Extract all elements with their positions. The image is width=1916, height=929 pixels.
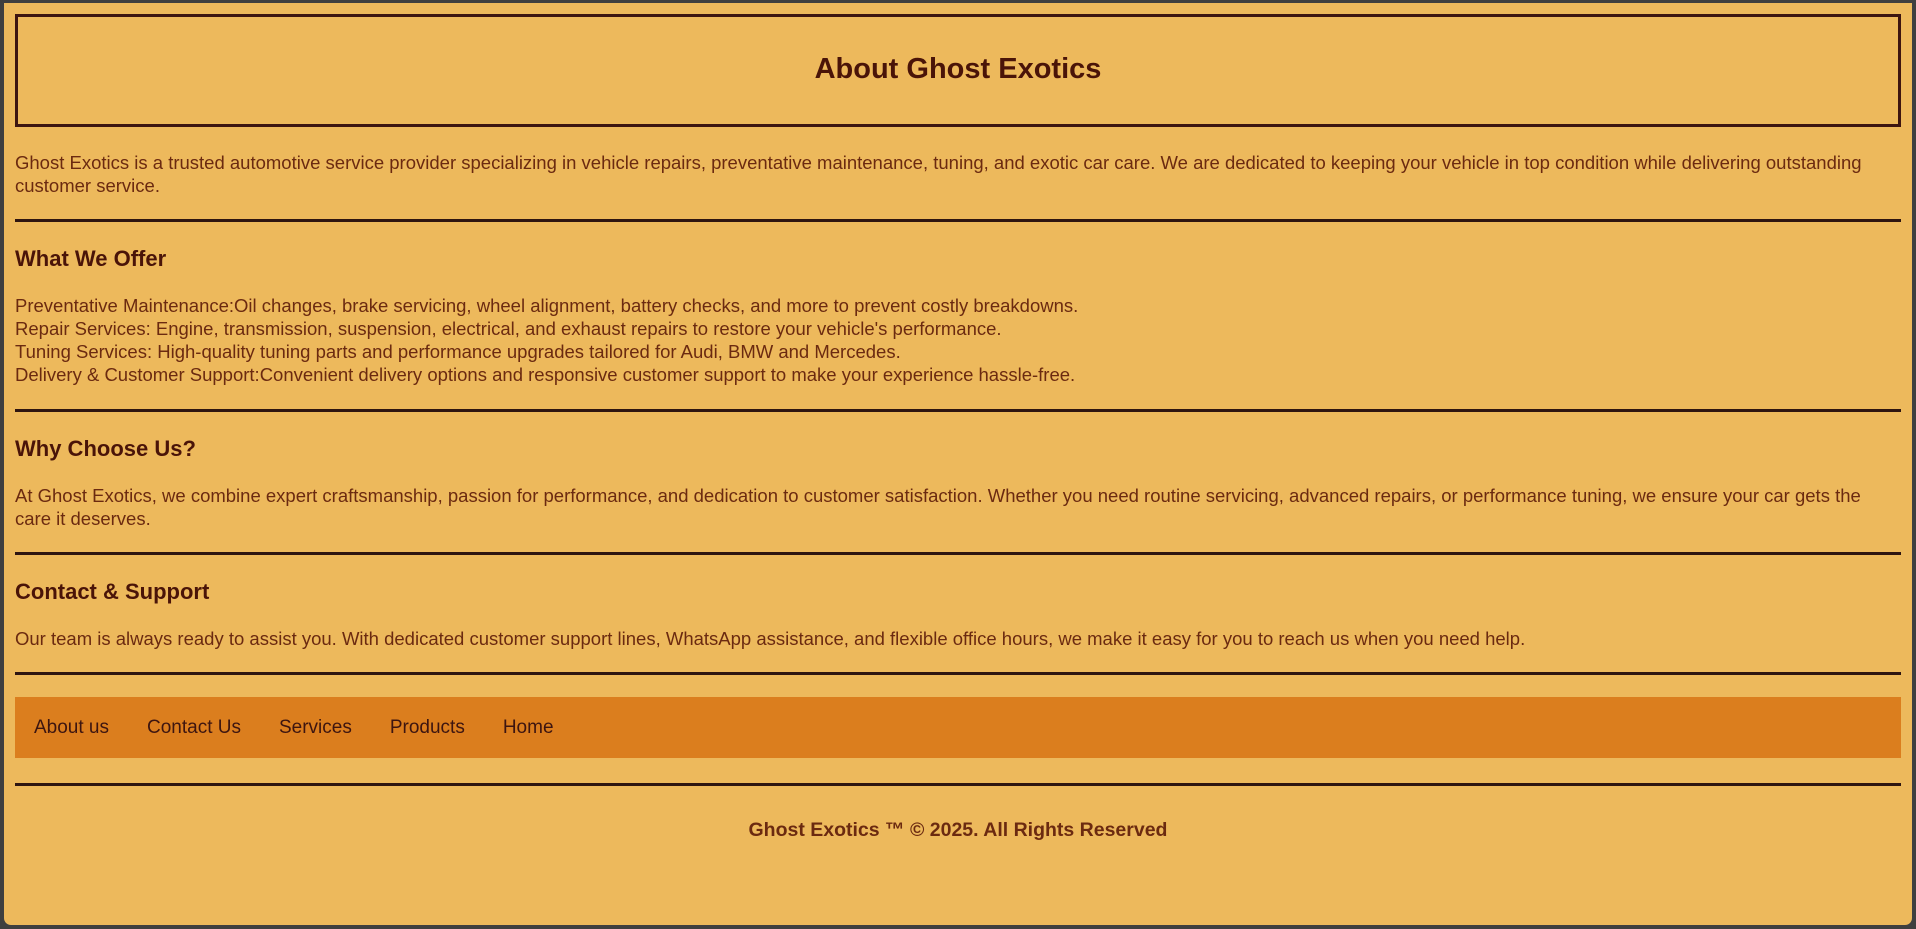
page-header: About Ghost Exotics [15, 14, 1901, 127]
offer-list: Preventative Maintenance:Oil changes, br… [15, 294, 1901, 386]
contact-heading: Contact & Support [15, 579, 210, 604]
offer-heading: What We Offer [15, 246, 167, 271]
nav-link-services[interactable]: Services [279, 717, 352, 739]
offer-item-tuning: Tuning Services: High-quality tuning par… [15, 341, 901, 362]
nav-link-products[interactable]: Products [390, 717, 465, 739]
offer-item-maintenance: Preventative Maintenance:Oil changes, br… [15, 295, 1079, 316]
intro-text: Ghost Exotics is a trusted automotive se… [15, 152, 1862, 196]
offer-item-delivery: Delivery & Customer Support:Convenient d… [15, 364, 1076, 385]
divider [15, 672, 1901, 675]
nav-link-contact-us[interactable]: Contact Us [147, 717, 241, 739]
why-text: At Ghost Exotics, we combine expert craf… [15, 485, 1861, 529]
why-heading: Why Choose Us? [15, 436, 196, 461]
footer-copyright: Ghost Exotics ™ © 2025. All Rights Reser… [748, 819, 1168, 841]
page-title: About Ghost Exotics [814, 53, 1102, 85]
page: About Ghost Exotics Ghost Exotics is a t… [4, 3, 1912, 925]
nav-link-about-us[interactable]: About us [34, 717, 109, 739]
divider [15, 219, 1901, 222]
nav-bar: About us Contact Us Services Products Ho… [15, 697, 1901, 758]
divider [15, 783, 1901, 786]
divider [15, 409, 1901, 412]
divider [15, 552, 1901, 555]
offer-item-repair: Repair Services: Engine, transmission, s… [15, 318, 1002, 339]
nav-link-home[interactable]: Home [503, 717, 554, 739]
contact-text: Our team is always ready to assist you. … [15, 628, 1526, 649]
